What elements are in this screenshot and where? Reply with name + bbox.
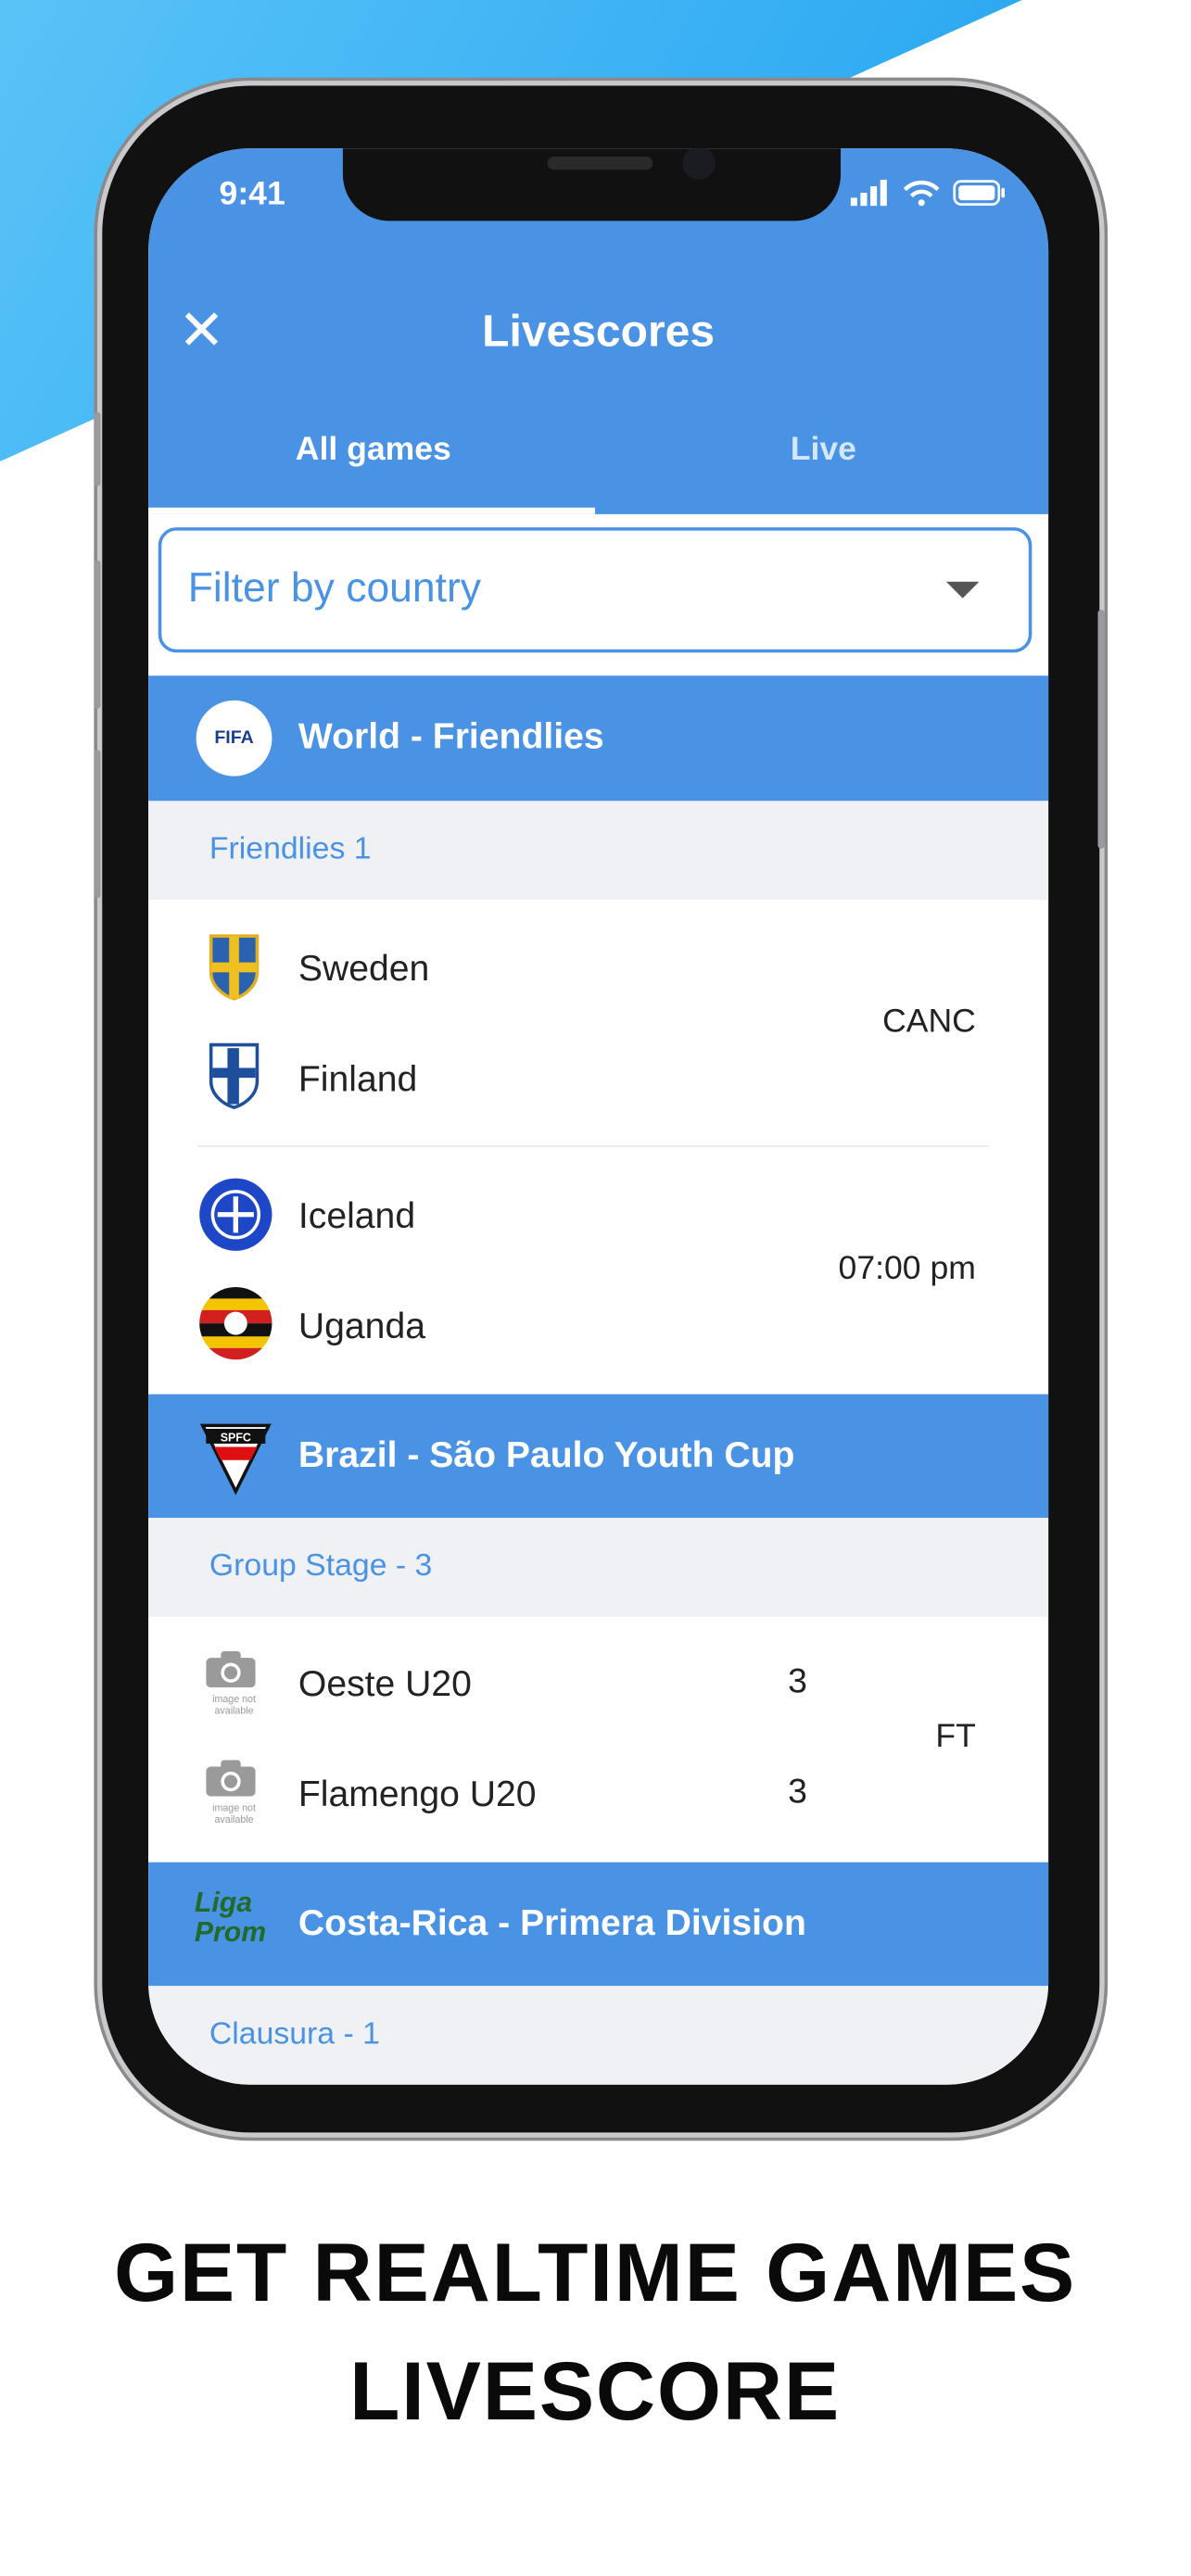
phone-notch (342, 148, 842, 221)
placeholder-text: image not available (212, 1696, 256, 1718)
image-placeholder-icon: image not available (206, 1651, 261, 1724)
round-label: Friendlies 1 (209, 832, 372, 867)
uganda-flag-icon (199, 1287, 272, 1360)
away-team: Finland (298, 1057, 418, 1100)
league-header[interactable]: Liga Prom Costa-Rica - Primera Division (148, 1862, 1049, 1988)
liga-promerica-logo: Liga Prom (194, 1887, 267, 1949)
league-name: Costa-Rica - Primera Division (298, 1901, 806, 1943)
signal-icon (850, 179, 887, 207)
page-title: Livescores (482, 306, 716, 357)
round-label: Group Stage - 3 (209, 1548, 433, 1585)
home-team: Oeste U20 (298, 1662, 472, 1704)
country-filter-dropdown[interactable]: Filter by country (158, 527, 1033, 653)
status-icons (850, 179, 1006, 207)
tab-live[interactable]: Live (599, 432, 1049, 470)
round-label: Clausura - 1 (209, 2016, 380, 2052)
away-score: 3 (788, 1773, 807, 1812)
league-header[interactable]: FIFA World - Friendlies (148, 676, 1049, 802)
placeholder-text: image not available (212, 1804, 256, 1826)
app-screen: 9:41 ✕ Livescores All games Live Filter … (148, 148, 1049, 2085)
away-team: Uganda (298, 1305, 425, 1347)
promo-caption-line1: GET REALTIME GAMES (113, 2226, 1077, 2319)
league-name: World - Friendlies (298, 714, 604, 757)
match-row[interactable]: Iceland Uganda 07:00 pm (148, 1146, 1049, 1395)
match-row[interactable]: image not available Oeste U20 3 image no… (148, 1618, 1049, 1866)
spfc-crest-icon: SPFC (199, 1423, 272, 1496)
home-team: Iceland (298, 1194, 416, 1236)
finland-crest-icon (209, 1042, 260, 1110)
match-status: CANC (882, 1004, 976, 1041)
wifi-icon (903, 180, 940, 207)
filter-placeholder: Filter by country (187, 565, 482, 612)
league-name: Brazil - São Paulo Youth Cup (298, 1433, 795, 1475)
chevron-down-icon (945, 581, 980, 599)
match-row[interactable]: Sweden Finland CANC (148, 900, 1049, 1147)
fifa-logo: FIFA (196, 700, 272, 777)
round-header: Friendlies 1 (148, 801, 1049, 901)
round-header: Group Stage - 3 (148, 1517, 1049, 1617)
tab-all-games[interactable]: All games (148, 432, 599, 470)
home-score: 3 (788, 1662, 807, 1701)
phone-volume-down-button (94, 750, 101, 899)
svg-text:SPFC: SPFC (221, 1431, 251, 1444)
match-status: FT (935, 1718, 976, 1756)
active-tab-indicator (148, 507, 596, 514)
promo-caption-line2: LIVESCORE (349, 2344, 841, 2438)
league-header[interactable]: SPFC Brazil - São Paulo Youth Cup (148, 1394, 1049, 1520)
status-time: 9:41 (219, 176, 285, 213)
iceland-crest-icon (199, 1178, 272, 1251)
battery-icon (953, 180, 1005, 206)
away-team: Flamengo U20 (298, 1773, 537, 1815)
phone-volume-up-button (94, 560, 101, 709)
image-placeholder-icon: image not available (206, 1760, 261, 1832)
phone-power-button (1097, 610, 1105, 849)
sweden-crest-icon (209, 934, 260, 1001)
round-header: Clausura - 1 (148, 1986, 1049, 2085)
match-time: 07:00 pm (838, 1250, 976, 1288)
home-team: Sweden (298, 947, 430, 990)
phone-mute-button (94, 411, 101, 486)
